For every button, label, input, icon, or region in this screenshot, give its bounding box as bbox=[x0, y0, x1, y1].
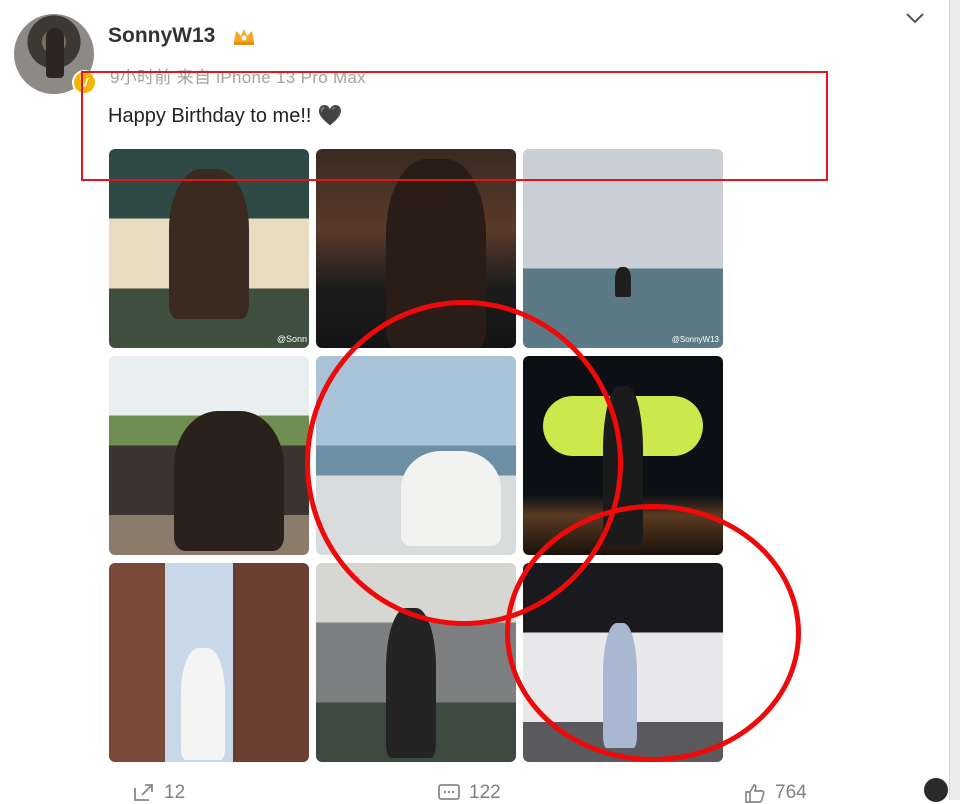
like-button[interactable]: 764 bbox=[743, 782, 807, 804]
comment-button[interactable]: 122 bbox=[437, 782, 501, 804]
comment-icon bbox=[438, 784, 460, 800]
repost-count: 12 bbox=[164, 782, 186, 803]
photo-watermark: @Sonn bbox=[276, 334, 307, 344]
comment-count: 122 bbox=[469, 782, 501, 803]
like-count: 764 bbox=[775, 782, 807, 803]
username[interactable]: SonnyW13 bbox=[108, 24, 215, 48]
crown-icon[interactable] bbox=[232, 26, 256, 46]
repost-icon bbox=[134, 784, 153, 801]
repost-button[interactable]: 12 bbox=[132, 782, 185, 804]
photo-7[interactable] bbox=[109, 563, 309, 762]
scrollbar-track[interactable] bbox=[949, 0, 960, 800]
photo-4[interactable] bbox=[109, 356, 309, 555]
photo-watermark: @SonnyW13 bbox=[671, 335, 719, 344]
chevron-down-icon[interactable] bbox=[904, 10, 926, 26]
thumbs-up-icon bbox=[745, 784, 765, 803]
annotation-rectangle bbox=[81, 71, 828, 181]
floating-action-button[interactable] bbox=[924, 778, 948, 802]
annotation-circle bbox=[505, 504, 801, 762]
